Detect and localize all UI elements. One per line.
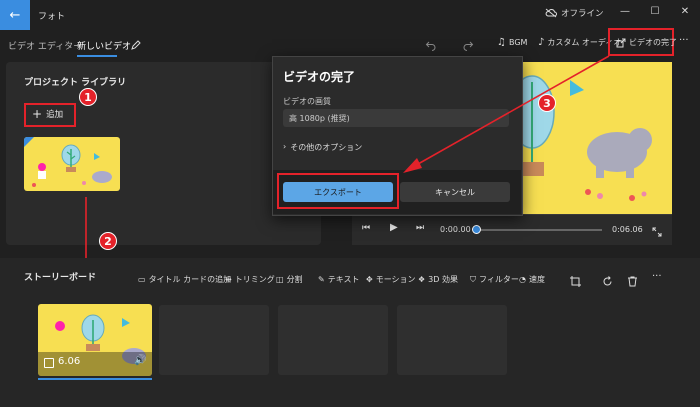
filters-button[interactable]: ⛉ フィルター — [470, 274, 519, 285]
effects-3d-label: 3D 効果 — [428, 275, 458, 284]
back-button[interactable]: ← — [0, 0, 30, 30]
clip-duration: 6.06 — [58, 356, 81, 367]
rename-button[interactable] — [130, 36, 142, 55]
bgm-button[interactable]: ♫ BGM — [497, 37, 527, 48]
filter-icon: ⛉ — [470, 274, 476, 284]
more-options-toggle[interactable]: › その他のオプション — [283, 142, 362, 153]
breadcrumb-current: 新しいビデオ — [77, 42, 132, 52]
library-thumbnail[interactable] — [24, 137, 120, 191]
annotation-badge-1: 1 — [79, 88, 97, 106]
plus-icon: + — [32, 107, 43, 121]
time-total: 0:06.06 — [612, 225, 643, 234]
step-back-icon: ⏮ — [362, 223, 371, 233]
crop-icon — [570, 276, 581, 287]
storyboard-more-button[interactable]: ··· — [652, 271, 662, 282]
crop-button[interactable] — [570, 272, 581, 291]
empty-slot — [278, 305, 388, 375]
export-button[interactable]: エクスポート — [283, 182, 393, 202]
audio-icon: ♪ — [538, 37, 545, 48]
split-button[interactable]: ◫ 分割 — [276, 274, 303, 285]
empty-slot — [159, 305, 269, 375]
fullscreen-button[interactable] — [652, 222, 662, 241]
clip-selected-indicator — [38, 378, 152, 380]
text-button[interactable]: ✎ テキスト — [318, 274, 359, 285]
motion-label: モーション — [375, 275, 416, 284]
more-button[interactable]: ··· — [679, 35, 689, 46]
app-title: フォト — [38, 12, 66, 22]
trim-label: トリミング — [234, 275, 275, 284]
dialog-title: ビデオの完了 — [283, 70, 356, 84]
step-forward-button[interactable]: ⏭ — [416, 223, 424, 233]
time-current: 0:00.00 — [440, 225, 471, 234]
trash-icon — [628, 276, 637, 287]
step-forward-icon: ⏭ — [416, 223, 425, 233]
library-title: プロジェクト ライブラリ — [24, 78, 127, 88]
close-button[interactable]: ✕ — [670, 0, 700, 22]
annotation-badge-3: 3 — [538, 94, 556, 112]
quality-label: ビデオの画質 — [283, 97, 331, 106]
empty-slot — [397, 305, 507, 375]
text-label: テキスト — [327, 275, 360, 284]
add-title-card-label: タイトル カードの追加 — [148, 275, 232, 284]
cancel-button[interactable]: キャンセル — [400, 182, 510, 202]
chevron-right-icon: › — [283, 142, 287, 151]
add-button[interactable]: + 追加 — [32, 108, 63, 120]
active-underline — [77, 55, 117, 57]
clip-audio-icon[interactable]: 🔊 — [134, 355, 146, 366]
redo-icon — [463, 41, 474, 51]
rotate-button[interactable] — [602, 272, 613, 291]
title-card-icon: ▭ — [138, 275, 146, 284]
clip-duration-icon — [44, 358, 54, 368]
bgm-label: BGM — [508, 38, 528, 47]
seek-track[interactable] — [476, 229, 602, 231]
undo-icon — [425, 41, 436, 51]
seek-thumb[interactable] — [472, 225, 481, 234]
speed-button[interactable]: ◔ 速度 — [519, 274, 545, 285]
finish-video-label: ビデオの完了 — [629, 38, 677, 47]
finish-video-button[interactable]: ビデオの完了 — [616, 37, 677, 48]
expand-icon — [652, 227, 662, 237]
delete-button[interactable] — [627, 272, 638, 291]
effects-3d-icon: ❖ — [418, 275, 426, 284]
quality-value: 高 1080p (推奨) — [289, 113, 350, 123]
storyboard-title: ストーリーボード — [24, 273, 97, 283]
back-arrow-icon: ← — [9, 7, 21, 23]
effects-3d-button[interactable]: ❖ 3D 効果 — [418, 274, 458, 285]
split-label: 分割 — [286, 275, 303, 284]
add-title-card-button[interactable]: ▭ タイトル カードの追加 — [138, 274, 231, 285]
filters-label: フィルター — [479, 275, 519, 284]
split-icon: ◫ — [276, 275, 284, 284]
maximize-button[interactable]: ☐ — [640, 0, 670, 22]
motion-button[interactable]: ✥ モーション — [366, 274, 416, 285]
speed-icon: ◔ — [519, 275, 526, 284]
step-back-button[interactable]: ⏮ — [362, 223, 370, 233]
export-icon — [616, 38, 626, 47]
cloud-offline-icon — [545, 8, 557, 18]
more-options-label: その他のオプション — [290, 143, 363, 152]
motion-icon: ✥ — [366, 275, 373, 284]
play-icon: ▶ — [390, 222, 398, 233]
music-note-icon: ♫ — [497, 37, 506, 48]
offline-label: オフライン — [561, 9, 604, 19]
thumbnail-illustration — [24, 137, 112, 187]
offline-status: オフライン — [545, 7, 604, 19]
annotation-badge-2: 2 — [99, 232, 117, 250]
breadcrumb-separator: › — [65, 39, 69, 49]
breadcrumb-video-editor[interactable]: ビデオ エディター — [8, 39, 82, 52]
minimize-button[interactable]: — — [610, 0, 640, 22]
trim-icon: ⇹ — [225, 275, 232, 284]
rotate-icon — [603, 276, 612, 286]
trim-button[interactable]: ⇹ トリミング — [225, 274, 275, 285]
speed-label: 速度 — [528, 275, 545, 284]
annotation-arrow-3 — [403, 55, 610, 173]
text-icon: ✎ — [318, 275, 325, 284]
add-label: 追加 — [46, 110, 64, 120]
play-button[interactable]: ▶ — [390, 222, 398, 233]
pencil-icon — [131, 40, 141, 50]
